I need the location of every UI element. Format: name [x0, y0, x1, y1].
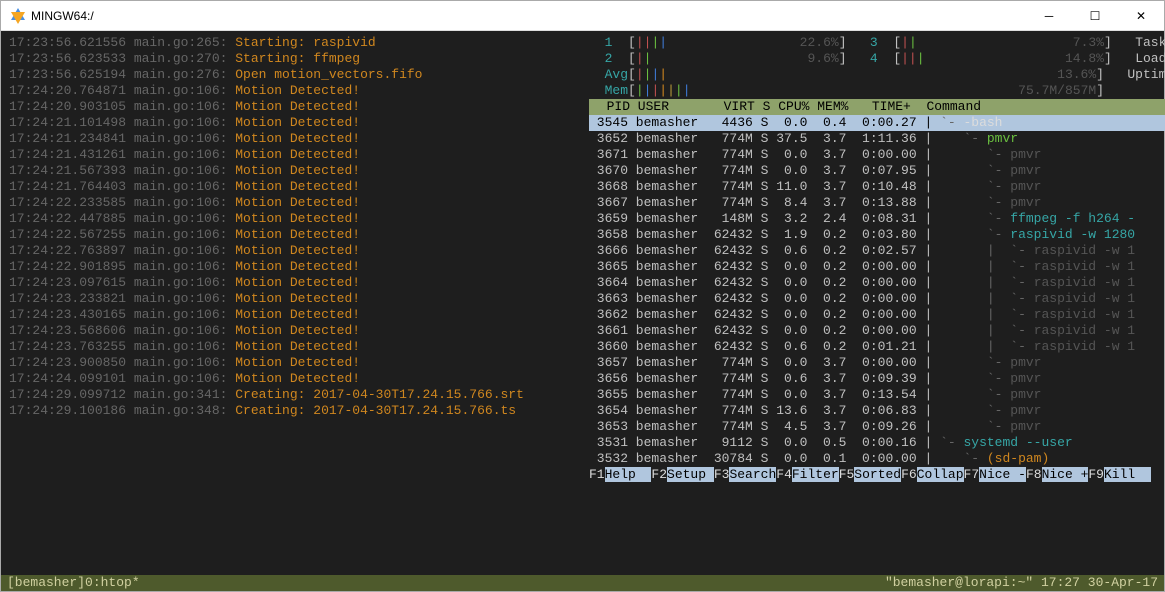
log-line: 17:24:23.763255 main.go:106: Motion Dete…	[9, 339, 579, 355]
status-left: [bemasher]0:htop*	[7, 575, 140, 591]
window-titlebar: MINGW64:/ ─ ☐ ✕	[1, 1, 1164, 31]
log-line: 17:24:23.097615 main.go:106: Motion Dete…	[9, 275, 579, 291]
log-line: 17:23:56.621556 main.go:265: Starting: r…	[9, 35, 579, 51]
log-line: 17:24:21.567393 main.go:106: Motion Dete…	[9, 163, 579, 179]
terminal[interactable]: 17:23:56.621556 main.go:265: Starting: r…	[1, 31, 1164, 591]
process-row[interactable]: 3665 bemasher 62432 S 0.0 0.2 0:00.00 | …	[589, 259, 1165, 275]
process-row[interactable]: 3666 bemasher 62432 S 0.6 0.2 0:02.57 | …	[589, 243, 1165, 259]
log-line: 17:24:21.764403 main.go:106: Motion Dete…	[9, 179, 579, 195]
app-icon	[9, 8, 25, 24]
process-row[interactable]: 3661 bemasher 62432 S 0.0 0.2 0:00.00 | …	[589, 323, 1165, 339]
process-row[interactable]: 3658 bemasher 62432 S 1.9 0.2 0:03.80 | …	[589, 227, 1165, 243]
window-title: MINGW64:/	[31, 8, 94, 24]
log-line: 17:24:23.430165 main.go:106: Motion Dete…	[9, 307, 579, 323]
process-table-header: PID USER VIRT S CPU% MEM% TIME+ Command	[589, 99, 1165, 115]
minimize-button[interactable]: ─	[1026, 1, 1072, 31]
process-row[interactable]: 3657 bemasher 774M S 0.0 3.7 0:00.00 | `…	[589, 355, 1165, 371]
log-line: 17:24:29.100186 main.go:348: Creating: 2…	[9, 403, 579, 419]
process-table-body: 3545 bemasher 4436 S 0.0 0.4 0:00.27 | `…	[589, 115, 1165, 467]
log-line: 17:24:22.233585 main.go:106: Motion Dete…	[9, 195, 579, 211]
log-line: 17:24:22.447885 main.go:106: Motion Dete…	[9, 211, 579, 227]
log-line: 17:24:22.763897 main.go:106: Motion Dete…	[9, 243, 579, 259]
process-row[interactable]: 3670 bemasher 774M S 0.0 3.7 0:07.95 | `…	[589, 163, 1165, 179]
log-line: 17:24:23.568606 main.go:106: Motion Dete…	[9, 323, 579, 339]
function-key-bar: F1Help F2Setup F3SearchF4FilterF5SortedF…	[589, 467, 1165, 483]
log-line: 17:24:21.234841 main.go:106: Motion Dete…	[9, 131, 579, 147]
htop-pane: 1 [|||| 22.6%] 3 [|| 7.3%] Tasks: 29, 18…	[579, 35, 1165, 575]
log-line: 17:24:23.900850 main.go:106: Motion Dete…	[9, 355, 579, 371]
log-line: 17:23:56.625194 main.go:276: Open motion…	[9, 67, 579, 83]
process-row[interactable]: 3662 bemasher 62432 S 0.0 0.2 0:00.00 | …	[589, 307, 1165, 323]
process-row[interactable]: 3659 bemasher 148M S 3.2 2.4 0:08.31 | `…	[589, 211, 1165, 227]
process-row[interactable]: 3545 bemasher 4436 S 0.0 0.4 0:00.27 | `…	[589, 115, 1165, 131]
process-row[interactable]: 3668 bemasher 774M S 11.0 3.7 0:10.48 | …	[589, 179, 1165, 195]
log-line: 17:24:21.431261 main.go:106: Motion Dete…	[9, 147, 579, 163]
process-row[interactable]: 3532 bemasher 30784 S 0.0 0.1 0:00.00 | …	[589, 451, 1165, 467]
close-button[interactable]: ✕	[1118, 1, 1164, 31]
cpu-meters: 1 [|||| 22.6%] 3 [|| 7.3%] Tasks: 29, 18…	[589, 35, 1165, 99]
fkey-f5[interactable]: F5	[839, 467, 855, 482]
process-row[interactable]: 3654 bemasher 774M S 13.6 3.7 0:06.83 | …	[589, 403, 1165, 419]
fkey-f4[interactable]: F4	[776, 467, 792, 482]
log-line: 17:24:21.101498 main.go:106: Motion Dete…	[9, 115, 579, 131]
process-row[interactable]: 3660 bemasher 62432 S 0.6 0.2 0:01.21 | …	[589, 339, 1165, 355]
process-row[interactable]: 3656 bemasher 774M S 0.6 3.7 0:09.39 | `…	[589, 371, 1165, 387]
tmux-statusbar: [bemasher]0:htop* "bemasher@lorapi:~" 17…	[1, 575, 1164, 591]
process-row[interactable]: 3664 bemasher 62432 S 0.0 0.2 0:00.00 | …	[589, 275, 1165, 291]
process-row[interactable]: 3667 bemasher 774M S 8.4 3.7 0:13.88 | `…	[589, 195, 1165, 211]
process-row[interactable]: 3655 bemasher 774M S 0.0 3.7 0:13.54 | `…	[589, 387, 1165, 403]
log-line: 17:23:56.623533 main.go:270: Starting: f…	[9, 51, 579, 67]
process-row[interactable]: 3653 bemasher 774M S 4.5 3.7 0:09.26 | `…	[589, 419, 1165, 435]
process-row[interactable]: 3671 bemasher 774M S 0.0 3.7 0:00.00 | `…	[589, 147, 1165, 163]
fkey-f9[interactable]: F9	[1088, 467, 1104, 482]
log-pane: 17:23:56.621556 main.go:265: Starting: r…	[9, 35, 579, 575]
process-row[interactable]: 3531 bemasher 9112 S 0.0 0.5 0:00.16 | `…	[589, 435, 1165, 451]
fkey-f3[interactable]: F3	[714, 467, 730, 482]
log-line: 17:24:22.567255 main.go:106: Motion Dete…	[9, 227, 579, 243]
process-row[interactable]: 3663 bemasher 62432 S 0.0 0.2 0:00.00 | …	[589, 291, 1165, 307]
process-row[interactable]: 3652 bemasher 774M S 37.5 3.7 1:11.36 | …	[589, 131, 1165, 147]
fkey-f2[interactable]: F2	[651, 467, 667, 482]
maximize-button[interactable]: ☐	[1072, 1, 1118, 31]
status-right: "bemasher@lorapi:~" 17:27 30-Apr-17	[885, 575, 1158, 591]
fkey-f6[interactable]: F6	[901, 467, 917, 482]
log-line: 17:24:29.099712 main.go:341: Creating: 2…	[9, 387, 579, 403]
log-line: 17:24:20.903105 main.go:106: Motion Dete…	[9, 99, 579, 115]
log-line: 17:24:20.764871 main.go:106: Motion Dete…	[9, 83, 579, 99]
log-line: 17:24:23.233821 main.go:106: Motion Dete…	[9, 291, 579, 307]
log-line: 17:24:22.901895 main.go:106: Motion Dete…	[9, 259, 579, 275]
fkey-f1[interactable]: F1	[589, 467, 605, 482]
log-line: 17:24:24.099101 main.go:106: Motion Dete…	[9, 371, 579, 387]
fkey-f8[interactable]: F8	[1026, 467, 1042, 482]
fkey-f7[interactable]: F7	[964, 467, 980, 482]
